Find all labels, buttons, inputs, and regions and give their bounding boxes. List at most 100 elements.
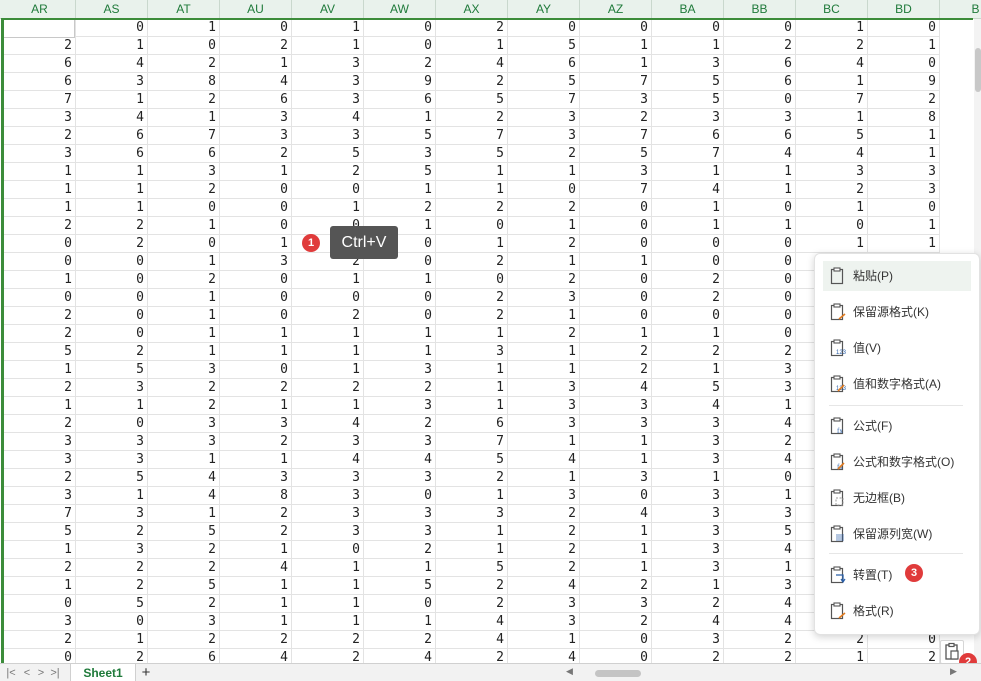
cell[interactable]: 4	[508, 451, 580, 469]
column-header-ay[interactable]: AY	[508, 0, 580, 18]
cell[interactable]: 4	[220, 649, 292, 663]
cell[interactable]: 5	[508, 73, 580, 91]
cell[interactable]: 7	[508, 91, 580, 109]
cell[interactable]: 2	[148, 631, 220, 649]
cell[interactable]: 2	[4, 127, 76, 145]
cell[interactable]: 0	[580, 271, 652, 289]
cell[interactable]: 1	[148, 289, 220, 307]
cell[interactable]: 4	[580, 379, 652, 397]
column-header-as[interactable]: AS	[76, 0, 148, 18]
cell[interactable]: 1	[652, 361, 724, 379]
cell[interactable]: 4	[724, 451, 796, 469]
cell[interactable]: 1	[436, 37, 508, 55]
cell[interactable]: 1	[436, 361, 508, 379]
cell[interactable]: 2	[652, 595, 724, 613]
cell[interactable]: 2	[652, 289, 724, 307]
cell[interactable]: 1	[4, 271, 76, 289]
cell[interactable]: 1	[724, 163, 796, 181]
cell[interactable]: 4	[148, 469, 220, 487]
cell[interactable]: 3	[580, 415, 652, 433]
cell[interactable]: 1	[220, 325, 292, 343]
cell[interactable]: 1	[724, 397, 796, 415]
cell[interactable]: 1	[508, 307, 580, 325]
cell[interactable]: 7	[796, 91, 868, 109]
cell[interactable]: 2	[220, 505, 292, 523]
cell[interactable]: 2	[364, 55, 436, 73]
cell[interactable]: 4	[292, 415, 364, 433]
cell[interactable]: 0	[724, 469, 796, 487]
cell[interactable]: 1	[148, 19, 220, 37]
cell[interactable]: 0	[76, 253, 148, 271]
cell[interactable]: 0	[580, 199, 652, 217]
cell[interactable]: 3	[76, 379, 148, 397]
cell[interactable]: 1	[4, 541, 76, 559]
cell[interactable]: 1	[148, 217, 220, 235]
cell[interactable]: 1	[508, 433, 580, 451]
cell[interactable]: 5	[796, 127, 868, 145]
menu-item-paste-keep-width[interactable]: 保留源列宽(W)	[823, 519, 971, 549]
cell[interactable]: 6	[220, 91, 292, 109]
cell[interactable]: 1	[652, 217, 724, 235]
cell[interactable]: 5	[76, 469, 148, 487]
cell[interactable]: 1	[4, 163, 76, 181]
cell[interactable]: 0	[220, 289, 292, 307]
cell[interactable]: 5	[436, 145, 508, 163]
cell[interactable]: 7	[580, 73, 652, 91]
cell[interactable]: 3	[364, 433, 436, 451]
scroll-right-icon[interactable]: ▶	[950, 666, 957, 677]
cell[interactable]: 4	[508, 649, 580, 663]
cell[interactable]: 1	[796, 235, 868, 253]
cell[interactable]: 0	[220, 199, 292, 217]
cell[interactable]: 1	[508, 343, 580, 361]
cell[interactable]: 4	[796, 55, 868, 73]
cell[interactable]: 0	[76, 325, 148, 343]
cell[interactable]: 0	[580, 289, 652, 307]
cell[interactable]: 2	[148, 541, 220, 559]
cell[interactable]: 5	[148, 577, 220, 595]
cell[interactable]: 3	[220, 127, 292, 145]
cell[interactable]: 3	[292, 469, 364, 487]
cell[interactable]: 3	[508, 595, 580, 613]
cell[interactable]: 2	[76, 577, 148, 595]
cell[interactable]: 0	[724, 289, 796, 307]
cell[interactable]: 3	[364, 469, 436, 487]
cell[interactable]: 1	[436, 163, 508, 181]
cell[interactable]: 5	[364, 127, 436, 145]
cell[interactable]: 5	[364, 163, 436, 181]
cell[interactable]: 2	[436, 109, 508, 127]
cell[interactable]: 6	[4, 55, 76, 73]
cell[interactable]: 0	[4, 235, 76, 253]
cell[interactable]: 2	[292, 379, 364, 397]
cell[interactable]: 0	[76, 307, 148, 325]
cell[interactable]: 0	[580, 217, 652, 235]
cell[interactable]: 0	[292, 541, 364, 559]
cell[interactable]: 1	[652, 163, 724, 181]
cell[interactable]: 1	[364, 559, 436, 577]
cell[interactable]: 1	[220, 595, 292, 613]
cell[interactable]: 5	[4, 523, 76, 541]
cell[interactable]: 2	[4, 37, 76, 55]
cell[interactable]: 2	[220, 631, 292, 649]
cell[interactable]: 0	[724, 271, 796, 289]
cell[interactable]: 3	[436, 343, 508, 361]
cell[interactable]: 1	[4, 397, 76, 415]
cell[interactable]: 3	[364, 361, 436, 379]
cell[interactable]: 1	[580, 325, 652, 343]
cell[interactable]: 1	[580, 253, 652, 271]
cell[interactable]: 0	[364, 307, 436, 325]
cell[interactable]: 1	[868, 217, 940, 235]
column-header-b[interactable]: B	[940, 0, 981, 18]
cell[interactable]: 9	[364, 73, 436, 91]
cell[interactable]: 1	[292, 325, 364, 343]
cell[interactable]: 1	[220, 541, 292, 559]
cell[interactable]: 2	[76, 559, 148, 577]
cell[interactable]: 3	[508, 127, 580, 145]
cell[interactable]: 4	[76, 55, 148, 73]
cell[interactable]: 2	[580, 577, 652, 595]
cell[interactable]: 1	[148, 109, 220, 127]
cell[interactable]: 1	[796, 109, 868, 127]
cell[interactable]: 1	[292, 271, 364, 289]
cell[interactable]: 2	[724, 649, 796, 663]
cell[interactable]: 2	[508, 325, 580, 343]
cell[interactable]: 3	[220, 415, 292, 433]
